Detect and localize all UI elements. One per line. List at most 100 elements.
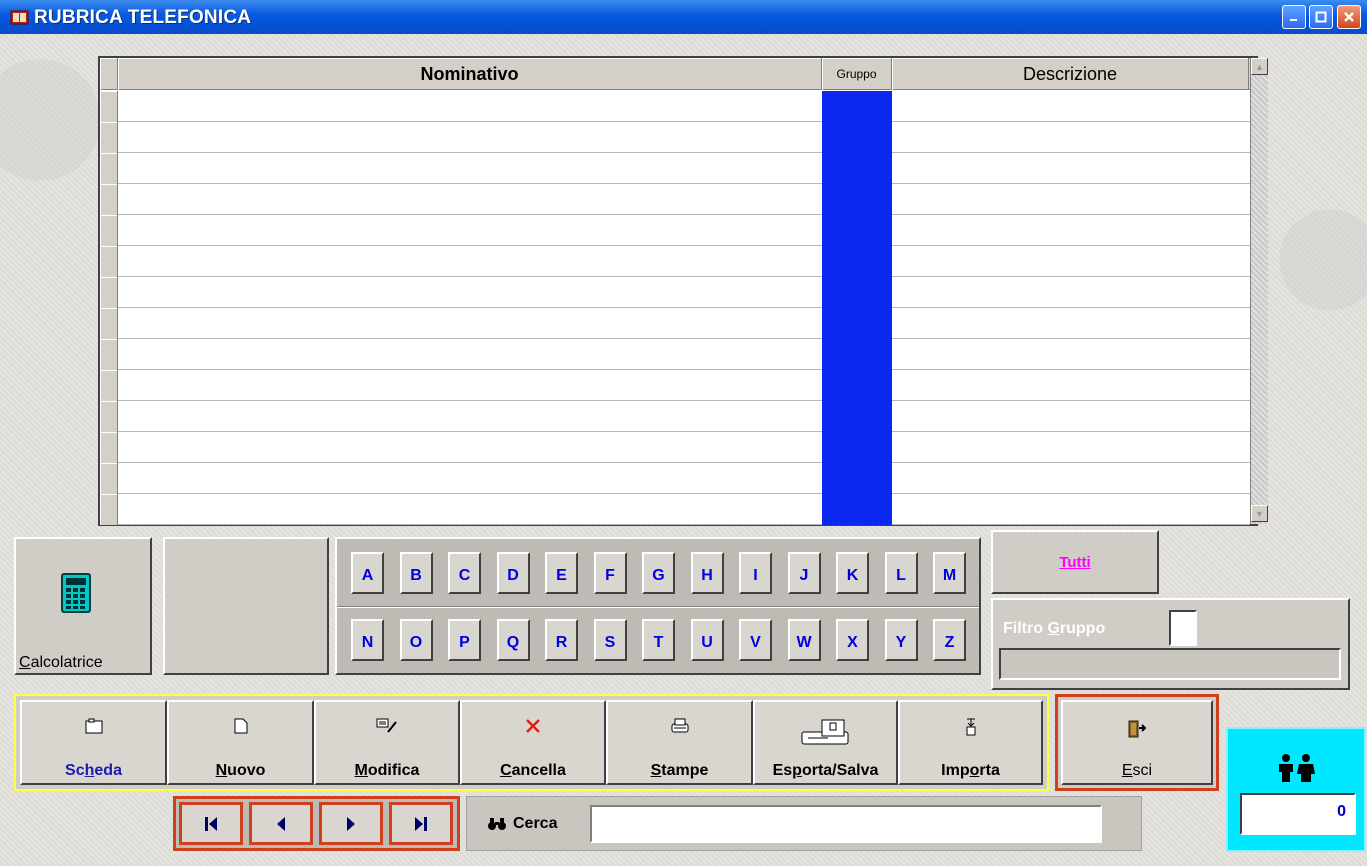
group-filter-description-field[interactable] xyxy=(999,648,1341,680)
table-row[interactable] xyxy=(100,370,1250,401)
group-cell[interactable] xyxy=(822,308,892,339)
printer-button[interactable]: Stampe xyxy=(606,700,753,785)
letter-button-l[interactable]: L xyxy=(884,552,918,594)
letter-button-s[interactable]: S xyxy=(593,619,627,661)
letter-button-t[interactable]: T xyxy=(642,619,675,661)
edit-button[interactable]: Modifica xyxy=(314,700,460,785)
group-cell[interactable] xyxy=(822,122,892,153)
last-record-button[interactable] xyxy=(389,802,453,845)
exit-button[interactable]: Esci xyxy=(1061,700,1213,785)
letter-button-r[interactable]: R xyxy=(545,619,578,661)
letter-button-v[interactable]: V xyxy=(739,619,772,661)
table-row[interactable] xyxy=(100,277,1250,308)
letter-button-i[interactable]: I xyxy=(739,552,772,594)
column-header-gruppo[interactable]: Gruppo xyxy=(822,58,892,90)
row-selector[interactable] xyxy=(100,308,118,339)
group-cell[interactable] xyxy=(822,432,892,463)
group-cell[interactable] xyxy=(822,277,892,308)
toolbar-button-label: Modifica xyxy=(354,762,420,779)
toolbar-button-label: Scheda xyxy=(65,762,122,779)
group-cell[interactable] xyxy=(822,91,892,122)
table-row[interactable] xyxy=(100,339,1250,370)
group-cell[interactable] xyxy=(822,370,892,401)
letter-button-f[interactable]: F xyxy=(593,552,627,594)
next-record-button[interactable] xyxy=(319,802,383,845)
row-selector[interactable] xyxy=(100,153,118,184)
group-cell[interactable] xyxy=(822,463,892,494)
letter-button-j[interactable]: J xyxy=(787,552,821,594)
row-selector[interactable] xyxy=(100,246,118,277)
letter-button-o[interactable]: O xyxy=(399,619,433,661)
card-button[interactable]: Scheda xyxy=(20,700,167,785)
group-cell[interactable] xyxy=(822,246,892,277)
import-button[interactable]: Importa xyxy=(898,700,1043,785)
scroll-up-button[interactable]: ▲ xyxy=(1251,58,1268,75)
row-selector[interactable] xyxy=(100,91,118,122)
export-save-icon xyxy=(755,718,896,746)
table-row[interactable] xyxy=(100,308,1250,339)
letter-button-q[interactable]: Q xyxy=(496,619,530,661)
group-cell[interactable] xyxy=(822,494,892,525)
letter-button-z[interactable]: Z xyxy=(933,619,966,661)
letter-button-e[interactable]: E xyxy=(545,552,578,594)
group-cell[interactable] xyxy=(822,339,892,370)
row-selector[interactable] xyxy=(100,122,118,153)
letter-button-b[interactable]: B xyxy=(399,552,433,594)
row-selector[interactable] xyxy=(100,463,118,494)
letter-button-d[interactable]: D xyxy=(496,552,530,594)
table-row[interactable] xyxy=(100,122,1250,153)
table-row[interactable] xyxy=(100,401,1250,432)
row-selector[interactable] xyxy=(100,277,118,308)
group-cell[interactable] xyxy=(822,215,892,246)
export-save-button[interactable]: Esporta/Salva xyxy=(753,700,898,785)
letter-button-n[interactable]: N xyxy=(351,619,384,661)
row-selector[interactable] xyxy=(100,494,118,525)
search-input[interactable] xyxy=(590,805,1102,843)
first-record-button[interactable] xyxy=(179,802,243,845)
letter-button-x[interactable]: X xyxy=(836,619,869,661)
letter-button-y[interactable]: Y xyxy=(884,619,918,661)
calculator-button[interactable]: Calcolatrice xyxy=(14,537,152,675)
group-cell[interactable] xyxy=(822,184,892,215)
table-row[interactable] xyxy=(100,215,1250,246)
row-selector[interactable] xyxy=(100,432,118,463)
row-selector[interactable] xyxy=(100,215,118,246)
first-record-icon xyxy=(205,816,217,831)
column-header-nominativo[interactable]: Nominativo xyxy=(118,58,822,90)
scroll-down-button[interactable]: ▼ xyxy=(1251,505,1268,522)
group-cell[interactable] xyxy=(822,401,892,432)
letter-button-m[interactable]: M xyxy=(933,552,966,594)
row-selector[interactable] xyxy=(100,401,118,432)
minimize-button[interactable] xyxy=(1282,5,1306,29)
table-row[interactable] xyxy=(100,246,1250,277)
previous-record-button[interactable] xyxy=(249,802,313,845)
table-row[interactable] xyxy=(100,184,1250,215)
group-cell[interactable] xyxy=(822,153,892,184)
new-document-button[interactable]: Nuovo xyxy=(167,700,314,785)
all-filter-button[interactable]: Tutti xyxy=(991,530,1159,594)
column-header-descrizione[interactable]: Descrizione xyxy=(892,58,1249,90)
record-count-value: 0 xyxy=(1337,803,1346,820)
group-filter-code-field[interactable] xyxy=(1169,610,1197,646)
letter-button-a[interactable]: A xyxy=(351,552,384,594)
table-row[interactable] xyxy=(100,91,1250,122)
letter-button-h[interactable]: H xyxy=(690,552,724,594)
table-row[interactable] xyxy=(100,153,1250,184)
table-row[interactable] xyxy=(100,494,1250,525)
vertical-scrollbar[interactable]: ▲ ▼ xyxy=(1250,58,1268,524)
table-row[interactable] xyxy=(100,463,1250,494)
row-selector[interactable] xyxy=(100,339,118,370)
maximize-button[interactable] xyxy=(1309,5,1333,29)
table-row[interactable] xyxy=(100,432,1250,463)
row-selector[interactable] xyxy=(100,184,118,215)
letter-button-c[interactable]: C xyxy=(448,552,481,594)
letter-button-w[interactable]: W xyxy=(787,619,821,661)
letter-button-g[interactable]: G xyxy=(642,552,675,594)
letter-button-k[interactable]: K xyxy=(836,552,869,594)
close-button[interactable] xyxy=(1337,5,1361,29)
letter-button-p[interactable]: P xyxy=(448,619,481,661)
row-selector[interactable] xyxy=(100,370,118,401)
delete-x-button[interactable]: Cancella xyxy=(460,700,606,785)
contacts-grid[interactable]: Nominativo Gruppo Descrizione ▲ ▼ xyxy=(98,56,1268,526)
letter-button-u[interactable]: U xyxy=(690,619,724,661)
